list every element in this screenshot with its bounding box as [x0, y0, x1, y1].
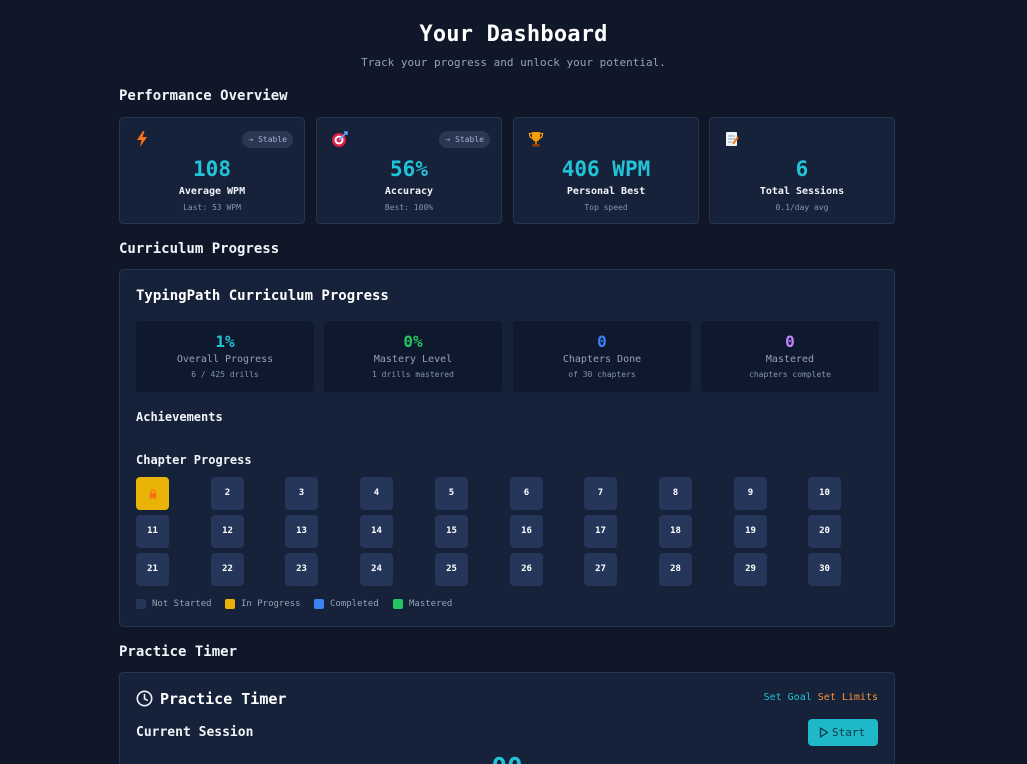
stat-sub: 1 drills mastered [372, 370, 454, 379]
stat-value: 6 [795, 157, 809, 181]
stat-value: 108 [193, 157, 231, 181]
trophy-icon [528, 130, 544, 148]
lock-icon [149, 489, 156, 499]
stat-card-total-sessions: 6 Total Sessions 0.1/day avg [709, 117, 895, 224]
stat-label: Overall Progress [176, 354, 274, 365]
legend-label: Mastered [409, 599, 453, 609]
trend-badge: → Stable [242, 131, 293, 148]
stat-label: Chapters Done [562, 354, 642, 365]
chapter-tile[interactable]: 10 [808, 477, 841, 510]
lightning-icon [134, 130, 150, 148]
stat-sub: Top speed [584, 203, 628, 212]
stat-value: 56% [390, 157, 428, 181]
stat-sub: Last: 53 WPM [183, 203, 241, 212]
achievements-title: Achievements [136, 410, 223, 424]
start-button-label: Start [832, 726, 866, 739]
curriculum-panel-title: TypingPath Curriculum Progress [136, 288, 389, 304]
notepad-icon [724, 130, 740, 148]
stat-label: Average WPM [178, 186, 246, 197]
chapter-tile[interactable]: 11 [136, 515, 169, 548]
set-goal-link[interactable]: Set Goal [764, 692, 812, 703]
legend-swatch [314, 599, 324, 609]
chapter-tile[interactable]: 8 [659, 477, 692, 510]
chapter-tile[interactable]: 15 [435, 515, 468, 548]
current-session-title: Current Session [136, 725, 254, 740]
chapter-tile[interactable]: 29 [734, 553, 767, 586]
overall-progress-stat: 1% Overall Progress 6 / 425 drills [136, 321, 314, 392]
hero-title: Your Dashboard [419, 22, 608, 47]
stat-sub: of 30 chapters [568, 370, 636, 379]
timer-panel-title: Practice Timer [160, 690, 287, 708]
chapters-done-stat: 0 Chapters Done of 30 chapters [513, 321, 691, 392]
chapter-grid: 2 3 4 5 6 7 8 9 10 11 12 13 14 15 16 17 18 19 20 21 22 23 24 25… [136, 477, 881, 587]
play-icon [819, 727, 829, 738]
chapter-tile[interactable]: 25 [435, 553, 468, 586]
stat-sub: chapters complete [749, 370, 831, 379]
chapter-tile[interactable]: 22 [211, 553, 244, 586]
curriculum-panel: TypingPath Curriculum Progress 1% Overal… [119, 269, 895, 627]
start-button[interactable]: Start [808, 719, 878, 746]
stat-label: Total Sessions [759, 186, 845, 197]
mastered-stat: 0 Mastered chapters complete [701, 321, 879, 392]
chapter-tile[interactable]: 27 [584, 553, 617, 586]
chapter-tile[interactable]: 17 [584, 515, 617, 548]
timer-actions: Set Goal Set Limits [764, 692, 878, 703]
clock-icon [136, 690, 153, 707]
chapter-progress-title: Chapter Progress [136, 453, 252, 467]
curriculum-section-title: Curriculum Progress [119, 241, 280, 257]
stat-value: 0% [403, 332, 423, 351]
chapter-tile[interactable]: 6 [510, 477, 543, 510]
chapter-tile[interactable]: 13 [285, 515, 318, 548]
stat-value: 406 WPM [561, 157, 651, 181]
chapter-tile[interactable]: 28 [659, 553, 692, 586]
mastery-level-stat: 0% Mastery Level 1 drills mastered [324, 321, 502, 392]
chapter-tile[interactable]: 4 [360, 477, 393, 510]
stat-label: Mastered [765, 354, 815, 365]
chapter-tile[interactable]: 5 [435, 477, 468, 510]
stat-sub: 0.1/day avg [775, 203, 829, 212]
chapter-tile[interactable]: 2 [211, 477, 244, 510]
chapter-tile[interactable]: 9 [734, 477, 767, 510]
chapter-tile[interactable]: 16 [510, 515, 543, 548]
chapter-tile[interactable]: 20 [808, 515, 841, 548]
chapter-tile[interactable]: 26 [510, 553, 543, 586]
chapter-tile[interactable]: 23 [285, 553, 318, 586]
chapter-tile[interactable]: 30 [808, 553, 841, 586]
stat-value: 1% [215, 332, 235, 351]
stat-label: Accuracy [384, 186, 434, 197]
legend-label: In Progress [241, 599, 301, 609]
target-icon [331, 130, 348, 148]
stat-sub: Best: 100% [384, 203, 434, 212]
chapter-tile[interactable]: 21 [136, 553, 169, 586]
stat-sub: 6 / 425 drills [191, 370, 259, 379]
chapter-tile[interactable]: 12 [211, 515, 244, 548]
stat-value: 0 [785, 332, 795, 351]
hero-subtitle: Track your progress and unlock your pote… [361, 56, 666, 69]
chapter-tile[interactable]: 7 [584, 477, 617, 510]
chapter-tile[interactable] [136, 477, 169, 510]
trend-badge: → Stable [439, 131, 490, 148]
legend-swatch [393, 599, 403, 609]
legend-label: Completed [330, 599, 379, 609]
stat-card-average-wpm: → Stable 108 Average WPM Last: 53 WPM [119, 117, 305, 224]
chapter-tile[interactable]: 24 [360, 553, 393, 586]
practice-timer-panel: Practice Timer Set Goal Set Limits Curre… [119, 672, 895, 764]
performance-section-title: Performance Overview [119, 88, 288, 104]
stat-label: Personal Best [566, 186, 646, 197]
legend-swatch [136, 599, 146, 609]
stat-label: Mastery Level [373, 354, 453, 365]
stat-card-personal-best: 406 WPM Personal Best Top speed [513, 117, 699, 224]
stat-value: 0 [597, 332, 607, 351]
chapter-tile[interactable]: 19 [734, 515, 767, 548]
set-limits-link[interactable]: Set Limits [818, 692, 878, 703]
chapter-tile[interactable]: 3 [285, 477, 318, 510]
timer-display: 00 [120, 753, 894, 764]
chapter-tile[interactable]: 14 [360, 515, 393, 548]
chapter-tile[interactable]: 18 [659, 515, 692, 548]
legend-label: Not Started [152, 599, 212, 609]
legend-swatch [225, 599, 235, 609]
timer-section-title: Practice Timer [119, 644, 238, 660]
stat-card-accuracy: → Stable 56% Accuracy Best: 100% [316, 117, 502, 224]
